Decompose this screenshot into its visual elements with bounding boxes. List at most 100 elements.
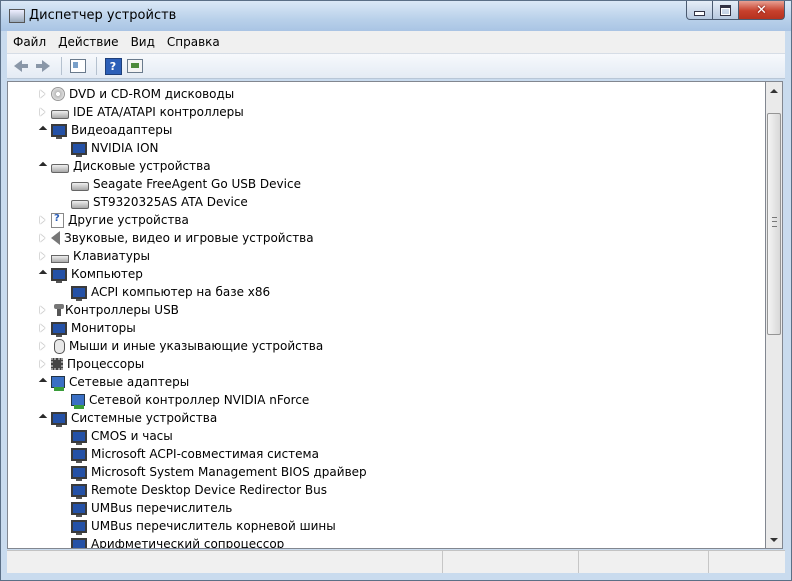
- expand-arrow-icon[interactable]: [38, 252, 47, 261]
- tree-item-label: ACPI компьютер на базе x86: [91, 285, 271, 299]
- tree-device[interactable]: Seagate FreeAgent Go USB Device: [58, 175, 301, 193]
- toolbar-separator: [96, 57, 97, 75]
- mouse-icon: [54, 338, 65, 354]
- disk-drive-icon: [71, 181, 89, 191]
- tree-device[interactable]: Remote Desktop Device Redirector Bus: [58, 481, 327, 499]
- tree-device[interactable]: Арифметический сопроцессор: [58, 535, 285, 549]
- ide-controller-icon: [51, 109, 69, 119]
- tree-category[interactable]: Сетевые адаптеры: [38, 373, 189, 391]
- tree-device[interactable]: ACPI компьютер на базе x86: [58, 283, 270, 301]
- forward-button[interactable]: [33, 56, 53, 76]
- tree-device[interactable]: NVIDIA ION: [58, 139, 159, 157]
- tree-item-label: Сетевые адаптеры: [69, 375, 190, 389]
- caption-buttons: ✕: [686, 1, 785, 21]
- tree-category[interactable]: Компьютер: [38, 265, 143, 283]
- tree-category[interactable]: IDE ATA/ATAPI контроллеры: [38, 103, 244, 121]
- properties-button[interactable]: [68, 56, 88, 76]
- menu-action[interactable]: Действие: [52, 35, 124, 49]
- help-button[interactable]: ?: [103, 56, 123, 76]
- collapse-arrow-icon[interactable]: [38, 270, 47, 279]
- tree-item-label: Мыши и иные указывающие устройства: [69, 339, 324, 353]
- scroll-down-button[interactable]: [766, 531, 782, 548]
- expand-arrow-icon[interactable]: [38, 90, 47, 99]
- scroll-up-button[interactable]: [766, 82, 782, 99]
- tree-category[interactable]: Дисковые устройства: [38, 157, 211, 175]
- device-manager-icon: [9, 9, 25, 23]
- tree-category[interactable]: Контроллеры USB: [38, 301, 179, 319]
- expand-arrow-icon[interactable]: [38, 234, 47, 243]
- tree-category[interactable]: Процессоры: [38, 355, 144, 373]
- tree-item-label: UMBus перечислитель: [91, 501, 233, 515]
- tree-device[interactable]: ST9320325AS ATA Device: [58, 193, 248, 211]
- tree-item-label: Microsoft System Management BIOS драйвер: [91, 465, 367, 479]
- system-device-icon: [71, 537, 87, 548]
- expand-arrow-icon[interactable]: [38, 360, 47, 369]
- scroll-up-icon: [770, 88, 778, 93]
- network-adapter-icon: [71, 394, 85, 409]
- collapse-arrow-icon[interactable]: [38, 126, 47, 135]
- collapse-arrow-icon[interactable]: [38, 414, 47, 423]
- menu-file[interactable]: Файл: [7, 35, 52, 49]
- expand-arrow-icon[interactable]: [38, 108, 47, 117]
- tree-device[interactable]: Microsoft ACPI-совместимая система: [58, 445, 319, 463]
- tree-category[interactable]: Мониторы: [38, 319, 136, 337]
- status-bar: [7, 550, 785, 573]
- tree-device[interactable]: CMOS и часы: [58, 427, 173, 445]
- tree-item-label: UMBus перечислитель корневой шины: [91, 519, 336, 533]
- vertical-scrollbar[interactable]: [766, 81, 783, 549]
- disk-drive-icon: [51, 163, 69, 173]
- system-device-icon: [71, 501, 87, 517]
- tree-item-label: Арифметический сопроцессор: [91, 537, 285, 549]
- expand-arrow-icon[interactable]: [38, 216, 47, 225]
- title-bar[interactable]: Диспетчер устройств ✕: [1, 1, 791, 31]
- tree-item-label: Дисковые устройства: [73, 159, 211, 173]
- scroll-thumb[interactable]: [767, 113, 781, 335]
- tree-device[interactable]: UMBus перечислитель: [58, 499, 232, 517]
- tree-item-label: ST9320325AS ATA Device: [93, 195, 248, 209]
- tree-category[interactable]: Звуковые, видео и игровые устройства: [38, 229, 314, 247]
- keyboard-icon: [51, 254, 69, 263]
- expand-arrow-icon[interactable]: [38, 306, 47, 315]
- system-device-icon: [71, 429, 87, 445]
- tree-item-label: Контроллеры USB: [65, 303, 179, 317]
- view-button[interactable]: [125, 56, 145, 76]
- window-title: Диспетчер устройств: [29, 8, 177, 23]
- tree-category[interactable]: Мыши и иные указывающие устройства: [38, 337, 323, 355]
- properties-icon: [70, 59, 86, 73]
- tree-category[interactable]: Системные устройства: [38, 409, 217, 427]
- display-adapter-icon: [71, 141, 87, 157]
- menu-help[interactable]: Справка: [161, 35, 226, 49]
- tree-category[interactable]: Клавиатуры: [38, 247, 150, 265]
- system-device-icon: [71, 465, 87, 481]
- computer-icon: [51, 267, 67, 283]
- menu-view[interactable]: Вид: [125, 35, 161, 49]
- expand-arrow-icon[interactable]: [38, 324, 47, 333]
- close-button[interactable]: ✕: [739, 1, 785, 20]
- network-adapter-icon: [51, 376, 65, 391]
- tree-category[interactable]: DVD и CD-ROM дисководы: [38, 85, 234, 103]
- back-arrow-shaft: [22, 64, 28, 68]
- tree-device[interactable]: Microsoft System Management BIOS драйвер: [58, 463, 367, 481]
- collapse-arrow-icon[interactable]: [38, 162, 47, 171]
- device-manager-window: Диспетчер устройств ✕ Файл Действие Вид Спр…: [0, 0, 792, 581]
- tree-item-label: Microsoft ACPI-совместимая система: [91, 447, 319, 461]
- tree-device[interactable]: UMBus перечислитель корневой шины: [58, 517, 336, 535]
- tree-device[interactable]: Сетевой контроллер NVIDIA nForce: [58, 391, 309, 409]
- close-icon: ✕: [756, 2, 767, 18]
- device-tree[interactable]: DVD и CD-ROM дисководы IDE ATA/ATAPI конт…: [7, 81, 766, 549]
- back-button[interactable]: [11, 56, 31, 76]
- tree-category[interactable]: Другие устройства: [38, 211, 189, 229]
- collapse-arrow-icon[interactable]: [38, 378, 47, 387]
- maximize-button[interactable]: [713, 1, 739, 20]
- minimize-button[interactable]: [686, 1, 713, 20]
- tree-category[interactable]: Видеоадаптеры: [38, 121, 172, 139]
- tree-item-label: Системные устройства: [71, 411, 218, 425]
- disc-icon: [51, 87, 65, 101]
- speaker-icon: [51, 231, 60, 245]
- expand-arrow-icon[interactable]: [38, 342, 47, 351]
